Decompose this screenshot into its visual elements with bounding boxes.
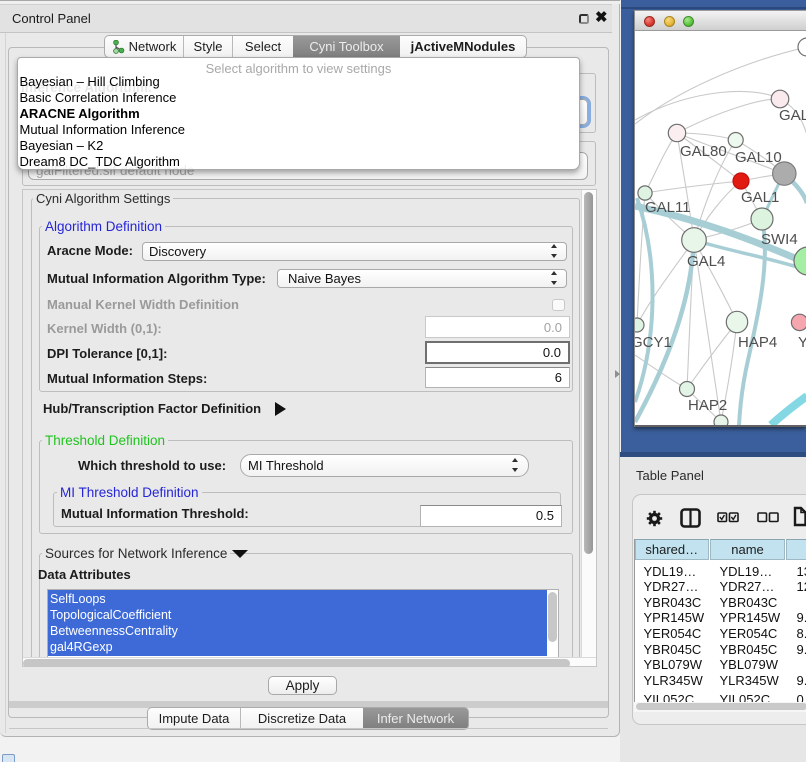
svg-text:GAL4: GAL4: [687, 253, 725, 270]
svg-text:GAL80: GAL80: [680, 143, 727, 160]
svg-text:SWI4: SWI4: [761, 231, 798, 248]
svg-text:GCY1: GCY1: [635, 334, 672, 351]
svg-text:GAL10: GAL10: [735, 149, 782, 166]
svg-text:GAL7: GAL7: [779, 107, 806, 124]
svg-text:HAP2: HAP2: [688, 397, 727, 414]
svg-text:GAL1: GAL1: [741, 189, 779, 206]
svg-text:YJ: YJ: [798, 334, 806, 351]
svg-text:GAL11: GAL11: [645, 199, 691, 216]
svg-text:HAP4: HAP4: [738, 334, 777, 351]
